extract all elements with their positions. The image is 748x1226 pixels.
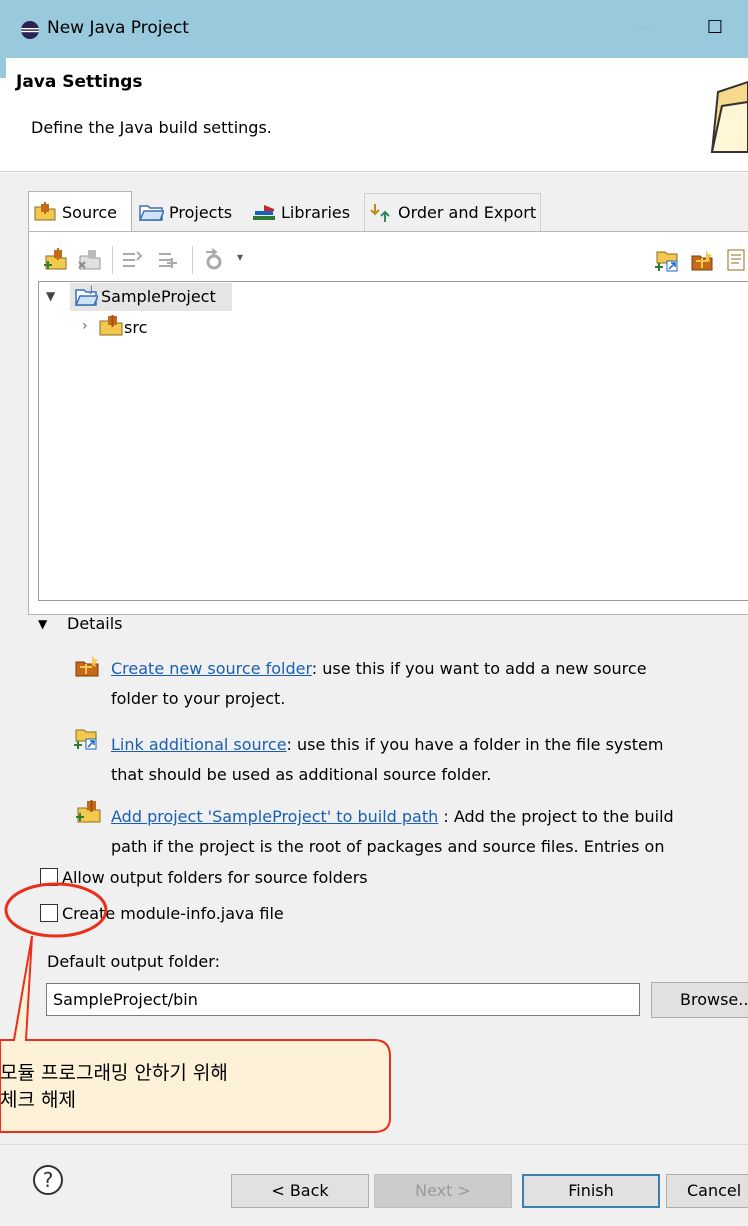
java-project-icon: J [74,285,98,306]
eclipse-icon [21,21,39,39]
add-project-link[interactable]: Add project 'SampleProject' to build pat… [111,807,438,826]
window-edge [0,58,6,78]
tab-order-and-export[interactable]: Order and Export [364,193,542,231]
inclusion-filter-icon[interactable] [120,248,144,272]
project-folder-icon [138,205,164,221]
tab-label: Libraries [281,202,351,222]
link-source-icon[interactable] [655,248,679,272]
maximize-button[interactable]: ☐ [700,10,730,46]
tab-label: Source [62,202,117,222]
back-button[interactable]: < Back [231,1174,369,1208]
exclusion-filter-icon[interactable] [156,248,180,272]
cancel-button[interactable]: Cancel [666,1174,748,1208]
tab-source[interactable]: Source [28,191,132,232]
new-source-folder-icon[interactable] [690,248,714,272]
tab-libraries[interactable]: Libraries [248,193,354,231]
next-button[interactable]: Next > [374,1174,512,1208]
svg-text:J: J [89,285,93,295]
page-title: Java Settings [16,72,143,92]
link-source-icon [74,729,97,750]
red-ellipse [4,882,108,938]
minimize-button[interactable]: — [628,10,658,46]
detail-item-create: Create new source folder: use this if yo… [111,659,647,708]
source-folder-icon [34,202,56,221]
package-folder-icon [99,315,123,336]
remove-folder-icon[interactable] [78,248,102,272]
page-description: Define the Java build settings. [31,118,272,137]
footer-separator [0,1144,748,1145]
link-additional-source-link[interactable]: Link additional source [111,735,287,754]
details-collapse-icon[interactable]: ▼ [38,617,47,631]
create-source-folder-link[interactable]: Create new source folder [111,659,312,678]
folder-banner-icon [710,80,748,153]
detail-item-link: Link additional source: use this if you … [111,735,664,784]
detail-item-add-project: Add project 'SampleProject' to build pat… [111,807,674,856]
add-folder-icon [76,800,101,823]
expand-chevron-icon[interactable]: ▼ [46,289,55,303]
tab-label: Order and Export [398,203,537,222]
svg-text:?: ? [43,1168,54,1192]
details-section: Create new source folder: use this if yo… [0,640,748,862]
callout-text: 모듈 프로그래밍 안하기 위해 체크 해제 [0,1062,228,1111]
order-export-icon [370,203,390,222]
chevron-down-icon[interactable]: ▾ [237,250,243,264]
toolbar-separator [112,246,113,274]
toolbar-separator [192,246,193,274]
help-icon[interactable]: ? [32,1164,64,1196]
finish-button[interactable]: Finish [522,1174,660,1208]
window-title: New Java Project [47,18,189,38]
tab-projects[interactable]: Projects [134,193,236,231]
tree-item-src[interactable]: src [124,318,147,337]
browse-button[interactable]: Browse... [651,982,748,1018]
details-label[interactable]: Details [67,614,122,633]
properties-icon[interactable] [726,248,748,272]
new-source-folder-icon [75,655,99,677]
tab-label: Projects [169,202,233,222]
add-folder-icon[interactable] [44,248,68,272]
collapse-chevron-icon[interactable]: › [82,318,88,334]
libraries-icon [253,205,275,220]
tree-item-project[interactable]: SampleProject [101,287,216,306]
configure-icon[interactable] [202,248,226,272]
